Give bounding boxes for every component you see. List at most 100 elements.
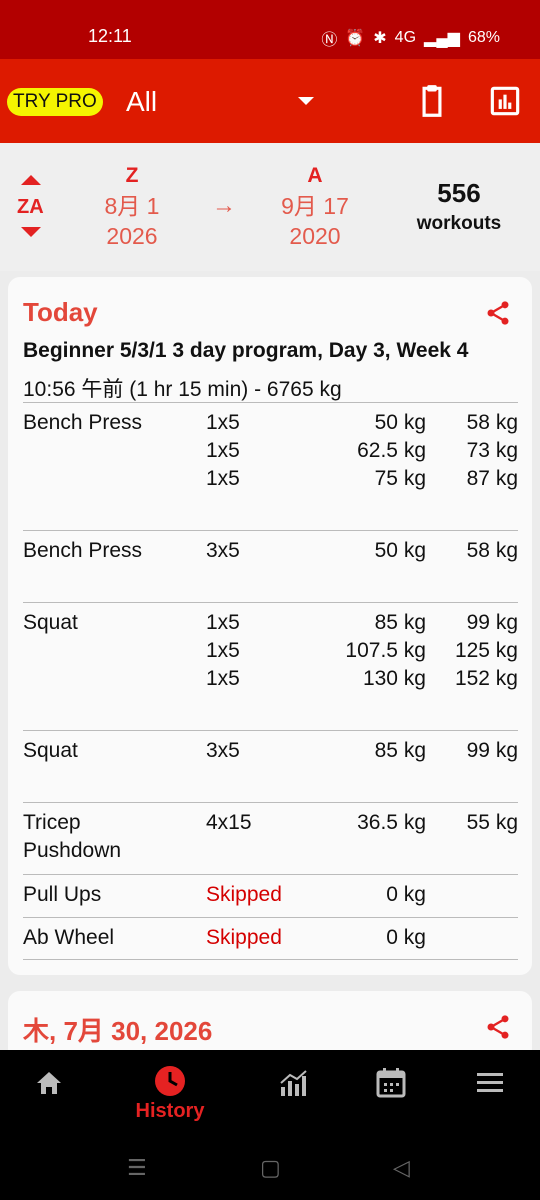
status-icons: Ⓝ ⏰ ✱ 4G ▂▄▆ 68% bbox=[321, 26, 500, 50]
signal-icon: ▂▄▆ bbox=[424, 30, 460, 47]
recents-button[interactable]: ☰ bbox=[127, 1155, 147, 1181]
nfc-icon: Ⓝ bbox=[321, 32, 338, 49]
date-from-year: 2026 bbox=[106, 223, 158, 249]
set-est-max: 58 kg bbox=[466, 539, 518, 562]
date-from-month: 8月 1 bbox=[104, 193, 160, 219]
workout-count-number: 556 bbox=[437, 178, 481, 208]
exercise-name-line2: Pushdown bbox=[23, 839, 122, 862]
dropdown-arrow-icon[interactable] bbox=[298, 97, 314, 105]
home-icon[interactable] bbox=[9, 1063, 89, 1103]
set-reps: 1x5 bbox=[206, 411, 240, 434]
workout-date: Today bbox=[23, 297, 98, 327]
set-reps: 1x5 bbox=[206, 611, 240, 634]
set-weight: 0 kg bbox=[386, 926, 426, 949]
sort-label[interactable]: ZA bbox=[17, 196, 44, 219]
set-est-max: 87 kg bbox=[466, 467, 518, 490]
set-row: 1x5 107.5 kg 125 kg bbox=[23, 637, 518, 665]
exercise-name-line1: Tricep bbox=[23, 811, 81, 834]
try-pro-button[interactable]: TRY PRO bbox=[7, 88, 103, 116]
set-row: Bench Press 1x5 50 kg 58 kg bbox=[23, 409, 518, 437]
set-weight: 85 kg bbox=[374, 611, 426, 634]
workout-date: 木, 7月 30, 2026 bbox=[23, 1016, 213, 1046]
network-label: 4G bbox=[394, 29, 417, 46]
date-from-header: Z bbox=[125, 164, 139, 187]
bluetooth-icon: ✱ bbox=[373, 30, 387, 47]
set-reps: 1x5 bbox=[206, 439, 240, 462]
chart-icon[interactable] bbox=[486, 82, 524, 120]
set-reps: 4x15 bbox=[206, 811, 252, 834]
set-weight: 107.5 kg bbox=[345, 639, 426, 662]
sort-down-icon[interactable] bbox=[21, 227, 41, 237]
date-from[interactable]: Z 8月 1 2026 bbox=[92, 161, 172, 251]
exercise-name: Squat bbox=[23, 739, 78, 762]
share-icon[interactable] bbox=[484, 299, 512, 327]
set-row: 1x5 75 kg 87 kg bbox=[23, 465, 518, 493]
calendar-icon[interactable] bbox=[351, 1063, 431, 1103]
date-to-header: A bbox=[307, 164, 323, 187]
history-icon[interactable] bbox=[130, 1063, 210, 1099]
exercise-name: Squat bbox=[23, 611, 78, 634]
progress-chart-icon[interactable] bbox=[252, 1063, 332, 1103]
set-reps: 3x5 bbox=[206, 539, 240, 562]
set-row: Ab Wheel Skipped 0 kg bbox=[23, 924, 518, 952]
set-weight: 85 kg bbox=[374, 739, 426, 762]
skipped-label: Skipped bbox=[206, 926, 282, 949]
share-icon[interactable] bbox=[484, 1013, 512, 1041]
set-weight: 36.5 kg bbox=[357, 811, 426, 834]
menu-icon[interactable] bbox=[450, 1063, 530, 1103]
set-row: Squat 3x5 85 kg 99 kg bbox=[23, 737, 518, 765]
set-weight: 130 kg bbox=[362, 667, 426, 690]
set-reps: 1x5 bbox=[206, 639, 240, 662]
set-row: Bench Press 3x5 50 kg 58 kg bbox=[23, 537, 518, 565]
set-reps: 1x5 bbox=[206, 467, 240, 490]
set-est-max: 99 kg bbox=[466, 739, 518, 762]
set-est-max: 58 kg bbox=[466, 411, 518, 434]
date-to-year: 2020 bbox=[289, 223, 341, 249]
set-weight: 62.5 kg bbox=[357, 439, 426, 462]
workout-count: 556 workouts bbox=[404, 178, 514, 235]
set-row: Pull Ups Skipped 0 kg bbox=[23, 881, 518, 909]
home-button[interactable]: ▢ bbox=[260, 1155, 281, 1181]
set-row: 1x5 62.5 kg 73 kg bbox=[23, 437, 518, 465]
exercise-name: Bench Press bbox=[23, 411, 143, 434]
set-weight: 0 kg bbox=[386, 883, 426, 906]
set-row: 1x5 130 kg 152 kg bbox=[23, 665, 518, 693]
skipped-label: Skipped bbox=[206, 883, 282, 906]
alarm-icon: ⏰ bbox=[345, 30, 366, 47]
exercise-block: Bench Press 3x5 50 kg 58 kg bbox=[23, 530, 518, 602]
exercise-name: Ab Wheel bbox=[23, 926, 115, 949]
set-est-max: 99 kg bbox=[466, 611, 518, 634]
back-button[interactable]: ◁ bbox=[393, 1155, 410, 1181]
exercise-block: Pull Ups Skipped 0 kg bbox=[23, 874, 518, 917]
range-arrow-icon: → bbox=[212, 192, 236, 219]
workout-count-label: workouts bbox=[416, 213, 502, 234]
workout-card[interactable]: Today Beginner 5/3/1 3 day program, Day … bbox=[8, 277, 532, 975]
set-row: Tricep 4x15 36.5 kg 55 kg bbox=[23, 809, 518, 837]
program-name: Beginner 5/3/1 3 day program, Day 3, Wee… bbox=[23, 339, 469, 362]
status-bar: 12:11 Ⓝ ⏰ ✱ 4G ▂▄▆ 68% bbox=[0, 0, 540, 59]
exercise-block: Tricep 4x15 36.5 kg 55 kg Pushdown bbox=[23, 802, 518, 874]
status-time: 12:11 bbox=[88, 26, 132, 46]
exercise-block: Ab Wheel Skipped 0 kg bbox=[23, 917, 518, 960]
filter-select[interactable]: All bbox=[126, 86, 157, 118]
exercise-name: Bench Press bbox=[23, 539, 143, 562]
set-est-max: 125 kg bbox=[454, 639, 518, 662]
set-reps: 3x5 bbox=[206, 739, 240, 762]
clipboard-icon[interactable] bbox=[413, 82, 451, 120]
set-row: Pushdown bbox=[23, 837, 518, 865]
set-est-max: 152 kg bbox=[454, 667, 518, 690]
date-to-month: 9月 17 bbox=[281, 193, 349, 219]
exercise-name: Pull Ups bbox=[23, 883, 102, 906]
set-est-max: 73 kg bbox=[466, 439, 518, 462]
nav-history-label[interactable]: History bbox=[120, 1100, 220, 1123]
date-to[interactable]: A 9月 17 2020 bbox=[270, 161, 360, 251]
set-weight: 50 kg bbox=[374, 539, 426, 562]
set-weight: 50 kg bbox=[374, 411, 426, 434]
exercise-block: Bench Press 1x5 50 kg 58 kg 1x5 62.5 kg … bbox=[23, 402, 518, 530]
set-row: Squat 1x5 85 kg 99 kg bbox=[23, 609, 518, 637]
set-reps: 1x5 bbox=[206, 667, 240, 690]
exercise-block: Squat 1x5 85 kg 99 kg 1x5 107.5 kg 125 k… bbox=[23, 602, 518, 730]
sort-up-icon[interactable] bbox=[21, 175, 41, 185]
set-weight: 75 kg bbox=[374, 467, 426, 490]
battery-level: 68% bbox=[467, 29, 500, 46]
